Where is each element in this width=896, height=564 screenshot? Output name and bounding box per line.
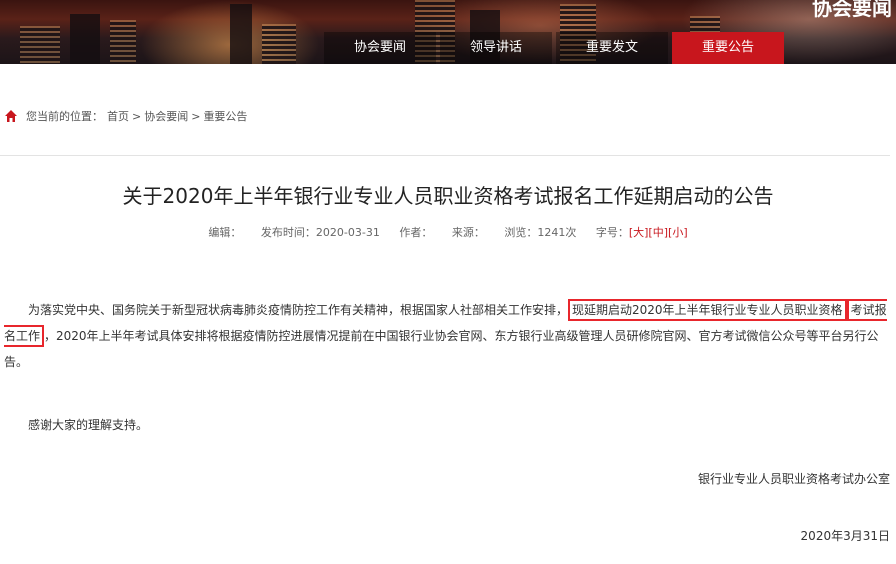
article-paragraph: 为落实党中央、国务院关于新型冠状病毒肺炎疫情防控工作有关精神，根据国家人社部相关… bbox=[4, 297, 892, 375]
divider bbox=[0, 155, 890, 156]
breadcrumb-prefix: 您当前的位置： bbox=[26, 110, 103, 123]
banner-title: 协会要闻 bbox=[812, 0, 892, 20]
main-nav: 协会要闻 领导讲话 重要发文 重要公告 bbox=[324, 32, 784, 64]
nav-item-speeches[interactable]: 领导讲话 bbox=[440, 32, 552, 64]
author-label: 作者： bbox=[399, 226, 433, 239]
breadcrumb-home[interactable]: 首页 bbox=[107, 108, 129, 124]
highlight-box: 现延期启动2020年上半年银行业专业人员职业资格 bbox=[568, 299, 847, 321]
source-label: 来源： bbox=[451, 226, 485, 239]
breadcrumb-separator: > bbox=[191, 109, 201, 123]
publish-time: 发布时间：2020-03-31 bbox=[260, 226, 380, 239]
article-meta: 编辑： 发布时间：2020-03-31 作者： 来源： 浏览：1241次 字号：… bbox=[0, 224, 896, 240]
view-count: 浏览：1241次 bbox=[504, 226, 577, 239]
breadcrumb-news[interactable]: 协会要闻 bbox=[144, 108, 188, 124]
paragraph-text: 为落实党中央、国务院关于新型冠状病毒肺炎疫情防控工作有关精神，根据国家人社部相关… bbox=[28, 303, 569, 317]
article-date: 2020年3月31日 bbox=[800, 529, 890, 543]
nav-item-announcements[interactable]: 重要公告 bbox=[672, 32, 784, 64]
breadcrumb-announcements[interactable]: 重要公告 bbox=[203, 108, 247, 124]
home-icon bbox=[5, 110, 17, 122]
editor-label: 编辑： bbox=[208, 226, 242, 239]
font-size-controls: 字号：[大][中][小] bbox=[595, 226, 688, 239]
font-size-large-button[interactable]: [大] bbox=[629, 226, 649, 239]
breadcrumb: 您当前的位置： 首页 > 协会要闻 > 重要公告 bbox=[4, 108, 247, 124]
signature: 银行业专业人员职业资格考试办公室 bbox=[697, 472, 890, 486]
font-size-medium-button[interactable]: [中] bbox=[648, 226, 668, 239]
nav-item-documents[interactable]: 重要发文 bbox=[556, 32, 668, 64]
breadcrumb-separator: > bbox=[132, 109, 142, 123]
font-size-small-button[interactable]: [小] bbox=[668, 226, 688, 239]
nav-item-news[interactable]: 协会要闻 bbox=[324, 32, 436, 64]
article-title: 关于2020年上半年银行业专业人员职业资格考试报名工作延期启动的公告 bbox=[122, 184, 774, 208]
article-paragraph-thanks: 感谢大家的理解支持。 bbox=[28, 418, 149, 432]
paragraph-text: ，2020年上半年考试具体安排将根据疫情防控进展情况提前在中国银行业协会官网、东… bbox=[4, 329, 879, 369]
